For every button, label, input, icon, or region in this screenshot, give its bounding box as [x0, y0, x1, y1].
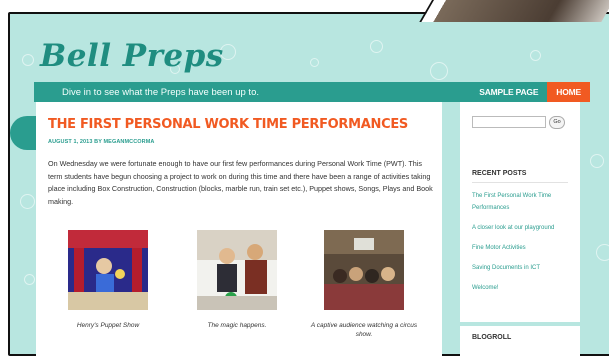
post-article: THE FIRST PERSONAL WORK TIME PERFORMANCE… [36, 102, 442, 362]
post-marker [10, 116, 36, 150]
bubble [24, 274, 35, 285]
bubble [590, 154, 604, 168]
photo-gallery: Henry's Puppet Show The magic happens. A… [50, 230, 430, 340]
bubble [596, 244, 609, 261]
bubble [370, 40, 383, 53]
blogroll-heading: BLOGROLL [472, 334, 512, 341]
photo-caption: Henry's Puppet Show [76, 322, 140, 329]
nav-sample-page[interactable]: SAMPLE PAGE [470, 82, 547, 102]
photo-magic-happens[interactable] [197, 230, 277, 310]
photo-circus-audience[interactable] [324, 230, 404, 310]
search-input[interactable] [472, 116, 546, 128]
sidebar-divider [472, 182, 568, 183]
corner-photo [419, 0, 609, 22]
recent-posts-list: The First Personal Work Time Performance… [472, 190, 572, 302]
recent-post-link[interactable]: Fine Motor Activities [472, 242, 572, 254]
post-meta: AUGUST 1, 2013 BY MEGANMCCORMA [48, 139, 155, 145]
site-logo[interactable]: Bell Preps [40, 38, 224, 74]
post-body: On Wednesday we were fortunate enough to… [48, 159, 433, 206]
sidebar: Go RECENT POSTS The First Personal Work … [460, 102, 580, 322]
nav-home[interactable]: HOME [547, 82, 590, 102]
photo-puppet-show[interactable] [68, 230, 148, 310]
bubble [310, 58, 319, 67]
bubble [22, 54, 34, 66]
recent-post-link[interactable]: Saving Documents in ICT [472, 262, 572, 274]
photo-caption: A captive audience watching a circus sho… [310, 322, 418, 338]
recent-post-link[interactable]: A closer look at our playground [472, 222, 572, 234]
bubble [20, 194, 35, 209]
search-go-button[interactable]: Go [549, 116, 565, 129]
blogroll-widget: BLOGROLL [460, 326, 580, 356]
recent-posts-heading: RECENT POSTS [472, 170, 527, 177]
site-tagline: Dive in to see what the Preps have been … [62, 86, 259, 98]
bubble [430, 62, 448, 80]
post-title[interactable]: THE FIRST PERSONAL WORK TIME PERFORMANCE… [48, 117, 408, 132]
nav-bar: Dive in to see what the Preps have been … [34, 82, 590, 102]
recent-post-link[interactable]: The First Personal Work Time Performance… [472, 190, 572, 214]
recent-post-link[interactable]: Welcome! [472, 282, 572, 294]
photo-caption: The magic happens. [207, 322, 267, 329]
bubble [530, 50, 541, 61]
